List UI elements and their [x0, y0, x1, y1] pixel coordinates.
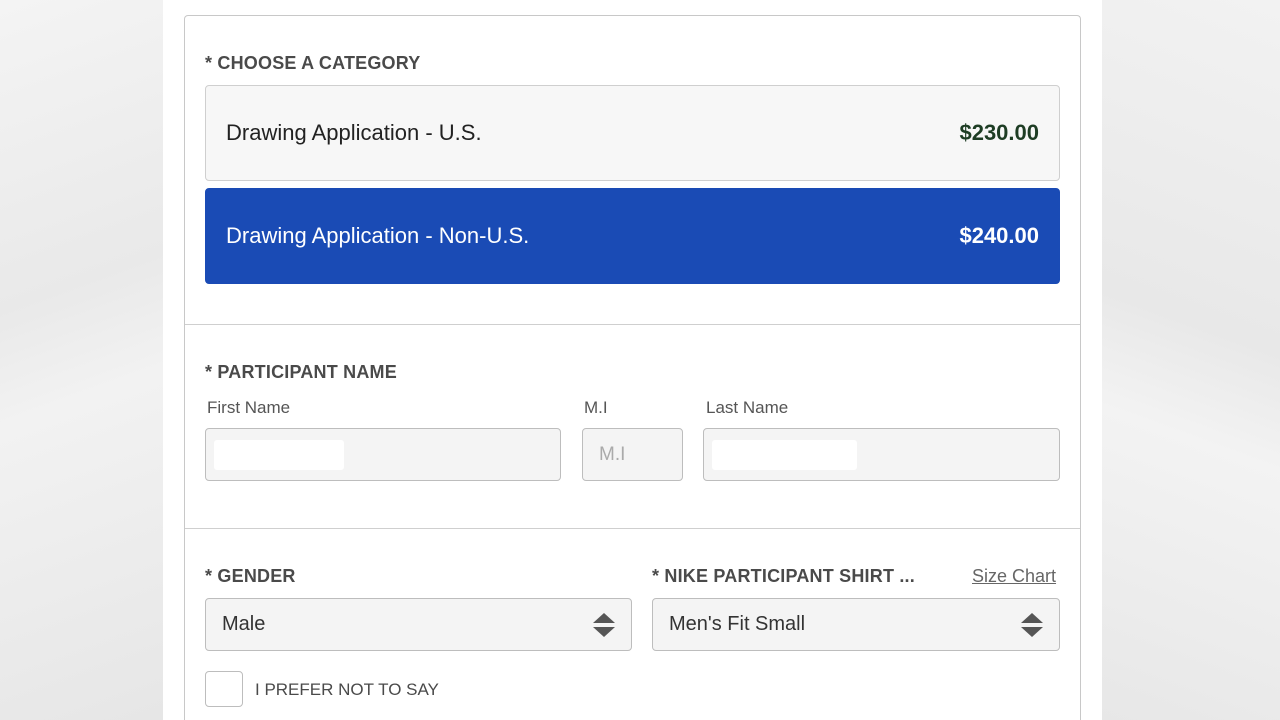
category-option-label: Drawing Application - U.S.	[226, 120, 482, 145]
background-right	[1102, 0, 1280, 720]
prefer-not-to-say-checkbox[interactable]	[205, 671, 243, 707]
select-arrows-icon	[1021, 612, 1043, 637]
category-option-non-us[interactable]: Drawing Application - Non-U.S. $240.00	[205, 188, 1060, 284]
background-left	[0, 0, 163, 720]
prefer-not-to-say-label: I PREFER NOT TO SAY	[255, 680, 439, 699]
category-option-label: Drawing Application - Non-U.S.	[226, 223, 530, 248]
last-name-label: Last Name	[706, 398, 789, 417]
registration-page: * CHOOSE A CATEGORY Drawing Application …	[163, 0, 1102, 720]
section-divider	[185, 528, 1080, 529]
first-name-input[interactable]	[205, 428, 561, 481]
last-name-input[interactable]	[703, 428, 1060, 481]
section-divider	[185, 324, 1080, 325]
first-name-label: First Name	[207, 398, 291, 417]
redacted-value	[214, 439, 344, 470]
redacted-value	[712, 439, 857, 470]
category-option-us[interactable]: Drawing Application - U.S. $230.00	[205, 85, 1060, 181]
gender-title: * GENDER	[205, 566, 296, 586]
category-option-price: $230.00	[959, 120, 1039, 145]
shirt-size-title: * NIKE PARTICIPANT SHIRT ...	[652, 566, 915, 586]
middle-initial-label: M.I	[584, 398, 608, 417]
middle-initial-input[interactable]: M.I	[582, 428, 683, 481]
shirt-size-selected-value: Men's Fit Small	[669, 613, 806, 635]
select-arrows-icon	[593, 612, 615, 637]
participant-name-title: * PARTICIPANT NAME	[205, 362, 397, 382]
gender-selected-value: Male	[222, 613, 266, 635]
registration-form: * CHOOSE A CATEGORY Drawing Application …	[184, 15, 1081, 720]
category-option-price: $240.00	[959, 223, 1039, 248]
middle-initial-placeholder: M.I	[599, 443, 626, 465]
gender-select[interactable]: Male	[205, 598, 632, 651]
size-chart-link[interactable]: Size Chart	[972, 566, 1056, 587]
shirt-size-select[interactable]: Men's Fit Small	[652, 598, 1060, 651]
category-title: * CHOOSE A CATEGORY	[205, 53, 421, 73]
